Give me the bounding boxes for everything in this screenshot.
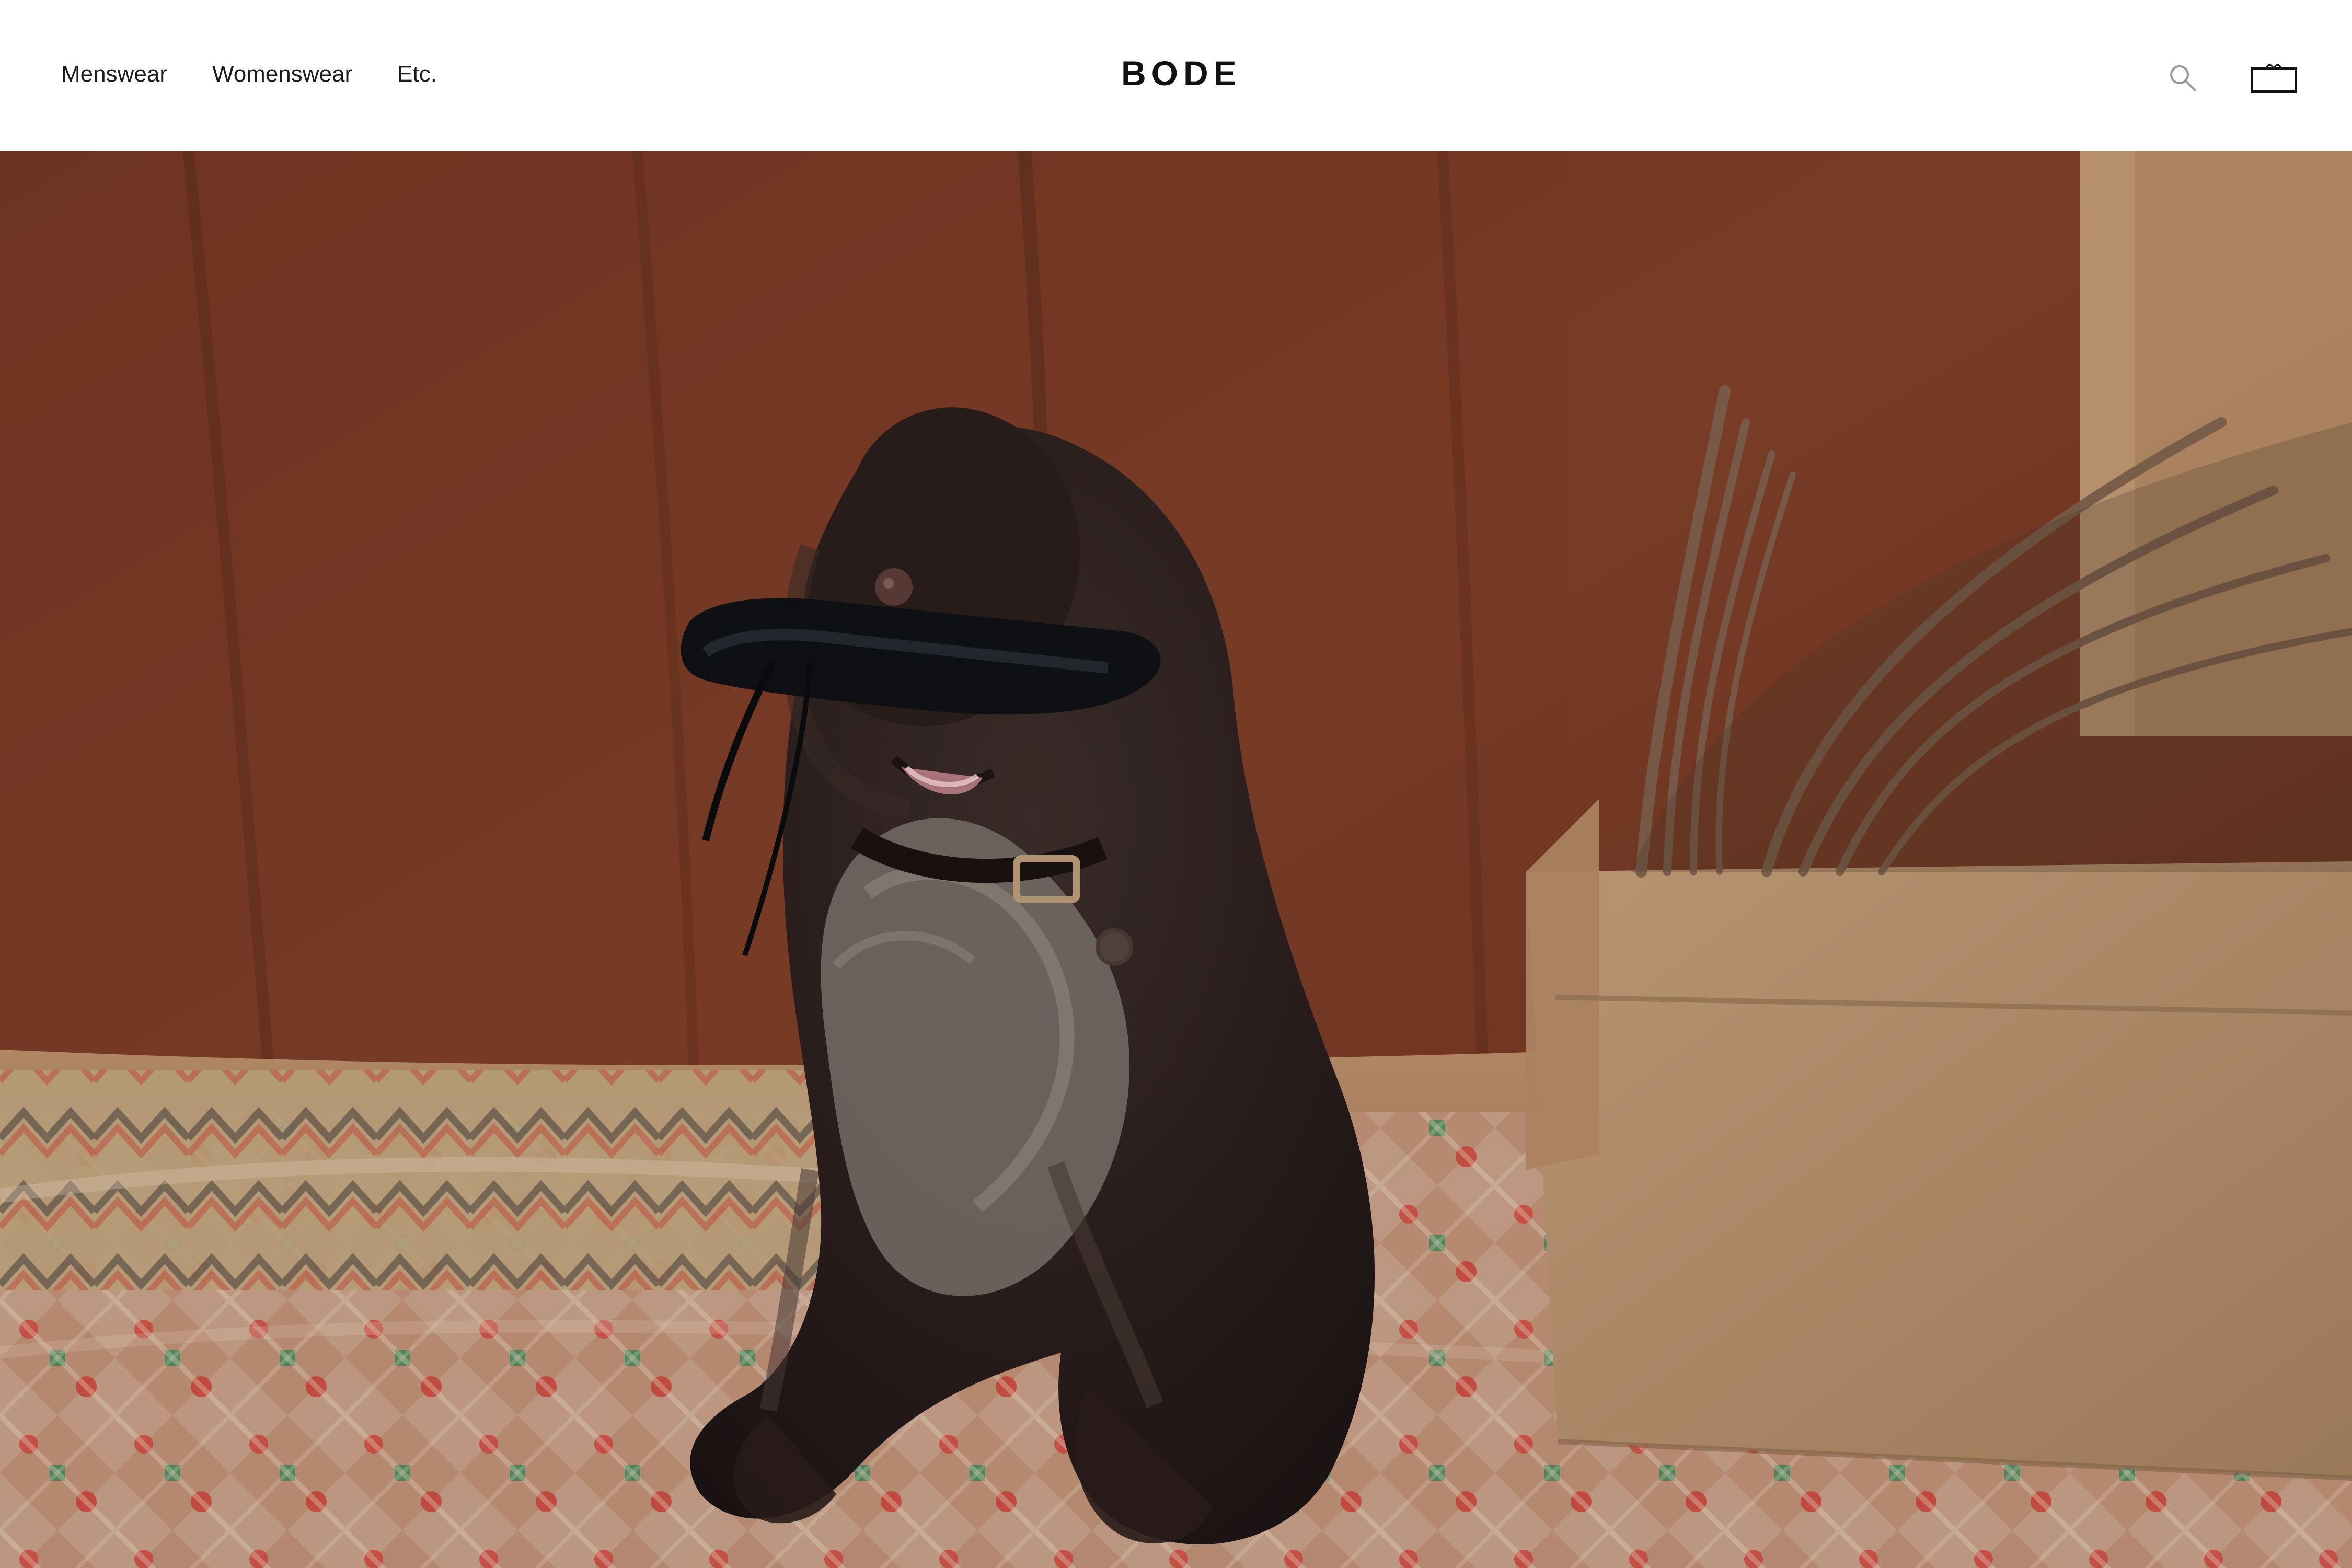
cart-button[interactable] xyxy=(2245,50,2302,107)
search-button[interactable] xyxy=(2154,50,2212,107)
nav-link-etc[interactable]: Etc. xyxy=(397,59,437,90)
nav-link-womenswear[interactable]: Womenswear xyxy=(212,59,352,90)
hero-image xyxy=(0,151,2352,1568)
site-header: Menswear Womenswear Etc. BODE xyxy=(0,0,2352,151)
search-icon xyxy=(2167,62,2199,95)
dog-with-shoe-photo xyxy=(0,151,2352,1568)
nav-link-menswear[interactable]: Menswear xyxy=(61,59,167,90)
shopping-bag-icon xyxy=(2250,62,2298,95)
site-logo[interactable]: BODE xyxy=(1121,51,1237,95)
main-nav: Menswear Womenswear Etc. xyxy=(61,59,437,90)
